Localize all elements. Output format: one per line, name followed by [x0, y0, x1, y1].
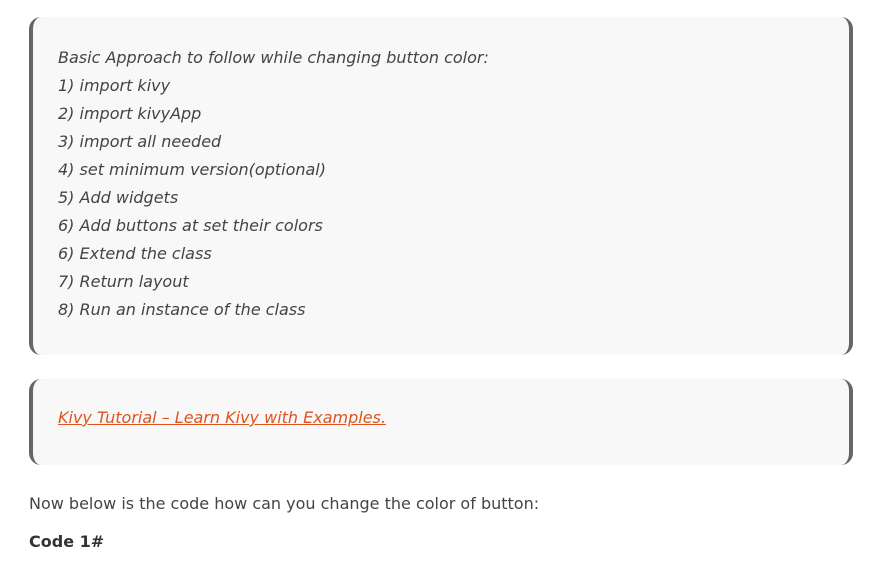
step-item: 2) import kivyApp	[58, 104, 202, 123]
approach-steps-list: Basic Approach to follow while changing …	[58, 44, 849, 324]
step-item: 3) import all needed	[58, 132, 222, 151]
step-item: 8) Run an instance of the class	[58, 300, 306, 319]
link-blockquote: Kivy Tutorial – Learn Kivy with Examples…	[29, 379, 853, 465]
intro-paragraph: Now below is the code how can you change…	[29, 494, 540, 513]
step-item: 1) import kivy	[58, 76, 171, 95]
step-item: 6) Add buttons at set their colors	[58, 216, 323, 235]
kivy-tutorial-link[interactable]: Kivy Tutorial – Learn Kivy with Examples…	[58, 408, 386, 427]
code-heading: Code 1#	[29, 532, 105, 551]
approach-blockquote: Basic Approach to follow while changing …	[29, 17, 853, 355]
approach-heading: Basic Approach to follow while changing …	[58, 48, 489, 67]
step-item: 4) set minimum version(optional)	[58, 160, 326, 179]
step-item: 5) Add widgets	[58, 188, 179, 207]
step-item: 6) Extend the class	[58, 244, 212, 263]
step-item: 7) Return layout	[58, 272, 189, 291]
